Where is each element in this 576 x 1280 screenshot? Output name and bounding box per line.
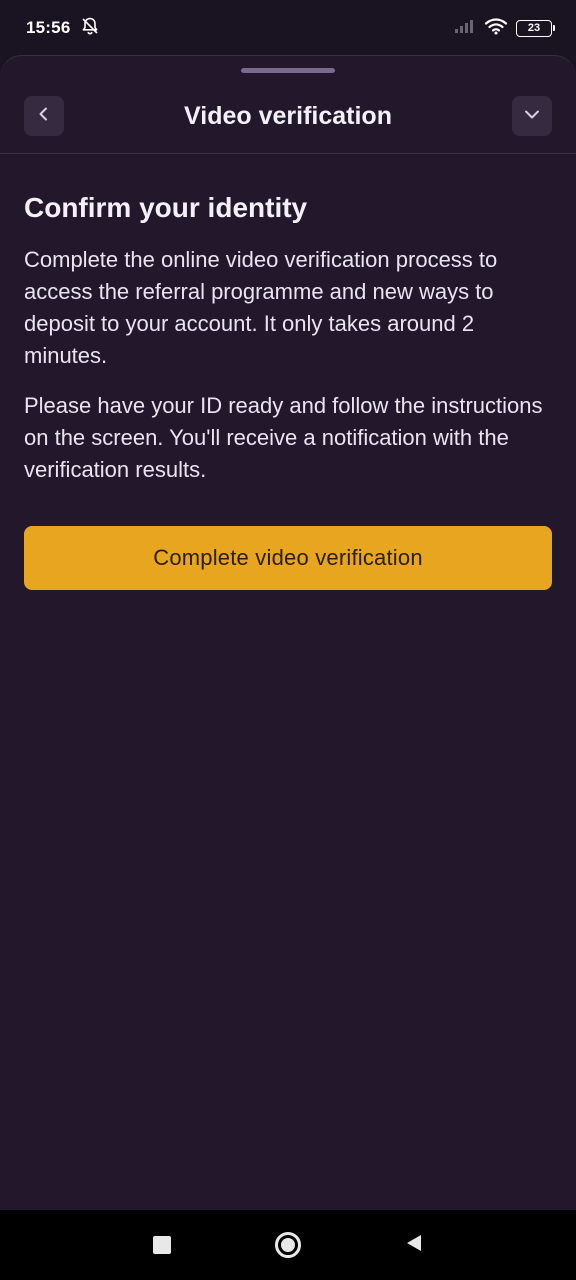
verification-content: Confirm your identity Complete the onlin… [24,188,554,486]
complete-video-verification-button[interactable]: Complete video verification [24,526,552,590]
page-title: Video verification [184,102,392,130]
description-paragraph-2: Please have your ID ready and follow the… [24,393,543,482]
home-button[interactable] [270,1227,306,1263]
battery-icon: 23 [516,19,555,37]
header-divider [0,153,576,154]
collapse-button[interactable] [512,96,552,136]
status-time: 15:56 [26,18,71,37]
chevron-down-icon [522,104,542,129]
section-heading: Confirm your identity [24,192,308,223]
recents-button[interactable] [144,1227,180,1263]
bottom-sheet: Video verification Confirm your identity… [0,55,576,1210]
home-circle-icon [275,1232,301,1258]
status-right: 23 [454,17,555,40]
wifi-icon [484,17,508,40]
chevron-left-icon [35,105,53,128]
system-nav-bar [0,1210,576,1280]
bell-off-icon [80,16,100,41]
sheet-header: Video verification [0,96,576,138]
drag-handle[interactable] [241,68,335,73]
recents-square-icon [153,1236,171,1254]
system-back-button[interactable] [396,1227,432,1263]
back-button[interactable] [24,96,64,136]
back-triangle-icon [404,1233,424,1258]
status-bar: 15:56 23 [0,0,576,56]
signal-icon [454,18,476,39]
status-left: 15:56 [26,16,100,41]
description-paragraph-1: Complete the online video verification p… [24,247,498,368]
